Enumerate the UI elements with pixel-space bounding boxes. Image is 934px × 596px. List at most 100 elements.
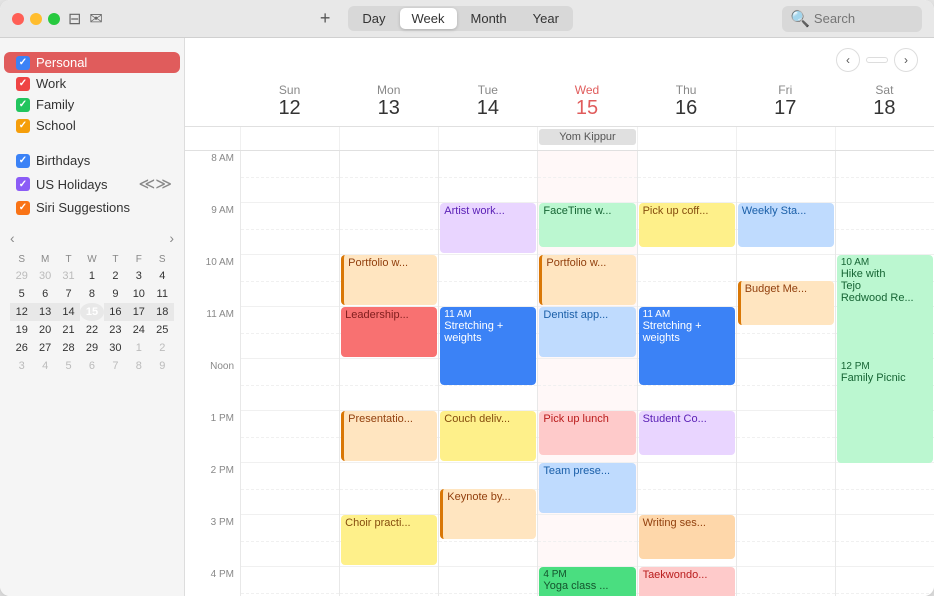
dentist-event[interactable]: Dentist app... <box>539 307 635 357</box>
sidebar-item-label: Family <box>36 97 74 112</box>
time-label-1pm: 1 PM <box>185 411 240 463</box>
minimize-button[interactable] <box>30 13 42 25</box>
stretching-thu-event[interactable]: 11 AM Stretching +weights <box>639 307 735 385</box>
mini-cal-day[interactable]: 29 <box>80 339 103 357</box>
sidebar-item-siri-suggestions[interactable]: ✓ Siri Suggestions <box>4 197 180 218</box>
mini-cal-day[interactable]: 8 <box>80 285 103 303</box>
checkmark-icon: ✓ <box>19 179 27 190</box>
weekly-sta-event[interactable]: Weekly Sta... <box>738 203 834 247</box>
mini-cal-day[interactable]: 8 <box>127 357 150 375</box>
mini-cal-dow: M <box>33 252 56 267</box>
tab-week[interactable]: Week <box>400 8 457 29</box>
mini-cal-day[interactable]: 29 <box>10 267 33 285</box>
time-grid-inner: 8 AM 9 AM 10 AM 11 AM Noon 1 PM 2 PM 3 P… <box>185 151 934 596</box>
mini-cal-day[interactable]: 12 <box>10 303 33 321</box>
leadership-event[interactable]: Leadership... <box>341 307 437 357</box>
presentation-mon-event[interactable]: Presentatio... <box>341 411 437 461</box>
mini-cal-day[interactable]: 15 <box>80 303 103 321</box>
allday-cell-thu <box>637 127 736 150</box>
tab-day[interactable]: Day <box>350 8 397 29</box>
sidebar-item-label: US Holidays <box>36 177 108 192</box>
sidebar-item-us-holidays[interactable]: ✓ US Holidays ≪≫ <box>4 171 180 197</box>
mini-cal-day[interactable]: 23 <box>104 321 127 339</box>
mini-cal-day[interactable]: 2 <box>104 267 127 285</box>
mini-cal-day[interactable]: 27 <box>33 339 56 357</box>
mini-cal-day[interactable]: 4 <box>151 267 174 285</box>
close-button[interactable] <box>12 13 24 25</box>
mini-cal-day[interactable]: 1 <box>127 339 150 357</box>
search-bar[interactable]: 🔍 <box>782 6 922 32</box>
fullscreen-button[interactable] <box>48 13 60 25</box>
day-header-sun: Sun 12 <box>240 78 339 126</box>
couch-delivery-event[interactable]: Couch deliv... <box>440 411 536 461</box>
mini-cal-day[interactable]: 22 <box>80 321 103 339</box>
titlebar-center: + Day Week Month Year <box>119 6 774 31</box>
mini-cal-day[interactable]: 9 <box>151 357 174 375</box>
today-button[interactable] <box>866 57 888 63</box>
stretching-tue-event[interactable]: 11 AM Stretching +weights <box>440 307 536 385</box>
sidebar-item-school[interactable]: ✓ School <box>4 115 180 136</box>
mini-cal-day[interactable]: 10 <box>127 285 150 303</box>
mini-cal-day[interactable]: 28 <box>57 339 80 357</box>
mini-cal-day[interactable]: 19 <box>10 321 33 339</box>
mini-cal-day[interactable]: 6 <box>80 357 103 375</box>
mini-cal-day[interactable]: 5 <box>57 357 80 375</box>
time-label-9am: 9 AM <box>185 203 240 255</box>
new-event-icon[interactable]: + <box>320 8 331 29</box>
mini-cal-day[interactable]: 24 <box>127 321 150 339</box>
mini-cal-day[interactable]: 7 <box>57 285 80 303</box>
yom-kippur-event[interactable]: Yom Kippur <box>539 129 635 145</box>
facetime-event[interactable]: FaceTime w... <box>539 203 635 247</box>
mini-cal-day[interactable]: 21 <box>57 321 80 339</box>
tab-year[interactable]: Year <box>521 8 571 29</box>
mini-cal-day[interactable]: 11 <box>151 285 174 303</box>
cal-next-btn[interactable]: › <box>894 48 918 72</box>
taekwondo-event[interactable]: Taekwondo... <box>639 567 735 596</box>
keynote-event[interactable]: Keynote by... <box>440 489 536 539</box>
mini-cal-day[interactable]: 1 <box>80 267 103 285</box>
mini-cal-day[interactable]: 16 <box>104 303 127 321</box>
budget-me-event[interactable]: Budget Me... <box>738 281 834 325</box>
mini-cal-next[interactable]: › <box>169 230 174 246</box>
mini-cal-day[interactable]: 2 <box>151 339 174 357</box>
portfolio-wed-event[interactable]: Portfolio w... <box>539 255 635 305</box>
mini-cal-day[interactable]: 30 <box>33 267 56 285</box>
portfolio-mon-event[interactable]: Portfolio w... <box>341 255 437 305</box>
mini-cal-day[interactable]: 3 <box>10 357 33 375</box>
family-picnic-event[interactable]: 12 PM Family Picnic <box>837 359 933 463</box>
mini-cal-day[interactable]: 17 <box>127 303 150 321</box>
mini-cal-day[interactable]: 7 <box>104 357 127 375</box>
team-prese-event[interactable]: Team prese... <box>539 463 635 513</box>
sidebar-item-family[interactable]: ✓ Family <box>4 94 180 115</box>
choir-event[interactable]: Choir practi... <box>341 515 437 565</box>
mini-cal-day[interactable]: 14 <box>57 303 80 321</box>
calendar-main: ‹ › Sun 12 Mon 13 Tue 14 <box>185 38 934 596</box>
mini-cal-day[interactable]: 25 <box>151 321 174 339</box>
mini-cal-day[interactable]: 26 <box>10 339 33 357</box>
search-input[interactable] <box>814 11 914 26</box>
mini-cal-day[interactable]: 3 <box>127 267 150 285</box>
tab-month[interactable]: Month <box>459 8 519 29</box>
cal-prev-btn[interactable]: ‹ <box>836 48 860 72</box>
pickup-lunch-event[interactable]: Pick up lunch <box>539 411 635 455</box>
mini-cal-day[interactable]: 31 <box>57 267 80 285</box>
mail-icon[interactable]: ✉ <box>89 9 102 29</box>
sidebar-item-birthdays[interactable]: ✓ Birthdays <box>4 150 180 171</box>
mini-cal-day[interactable]: 13 <box>33 303 56 321</box>
writing-ses-event[interactable]: Writing ses... <box>639 515 735 559</box>
mini-cal-day[interactable]: 5 <box>10 285 33 303</box>
sidebar-item-work[interactable]: ✓ Work <box>4 73 180 94</box>
student-co-event[interactable]: Student Co... <box>639 411 735 455</box>
mini-cal-day[interactable]: 4 <box>33 357 56 375</box>
mini-cal-prev[interactable]: ‹ <box>10 230 15 246</box>
sidebar-icon[interactable]: ⊟ <box>68 9 81 29</box>
mini-cal-day[interactable]: 9 <box>104 285 127 303</box>
yoga-event[interactable]: 4 PM Yoga class ... <box>539 567 635 596</box>
pickup-coffee-event[interactable]: Pick up coff... <box>639 203 735 247</box>
sidebar-item-personal[interactable]: ✓ Personal <box>4 52 180 73</box>
mini-cal-day[interactable]: 6 <box>33 285 56 303</box>
mini-cal-day[interactable]: 30 <box>104 339 127 357</box>
mini-cal-day[interactable]: 20 <box>33 321 56 339</box>
mini-cal-day[interactable]: 18 <box>151 303 174 321</box>
artist-work-event[interactable]: Artist work... <box>440 203 536 253</box>
